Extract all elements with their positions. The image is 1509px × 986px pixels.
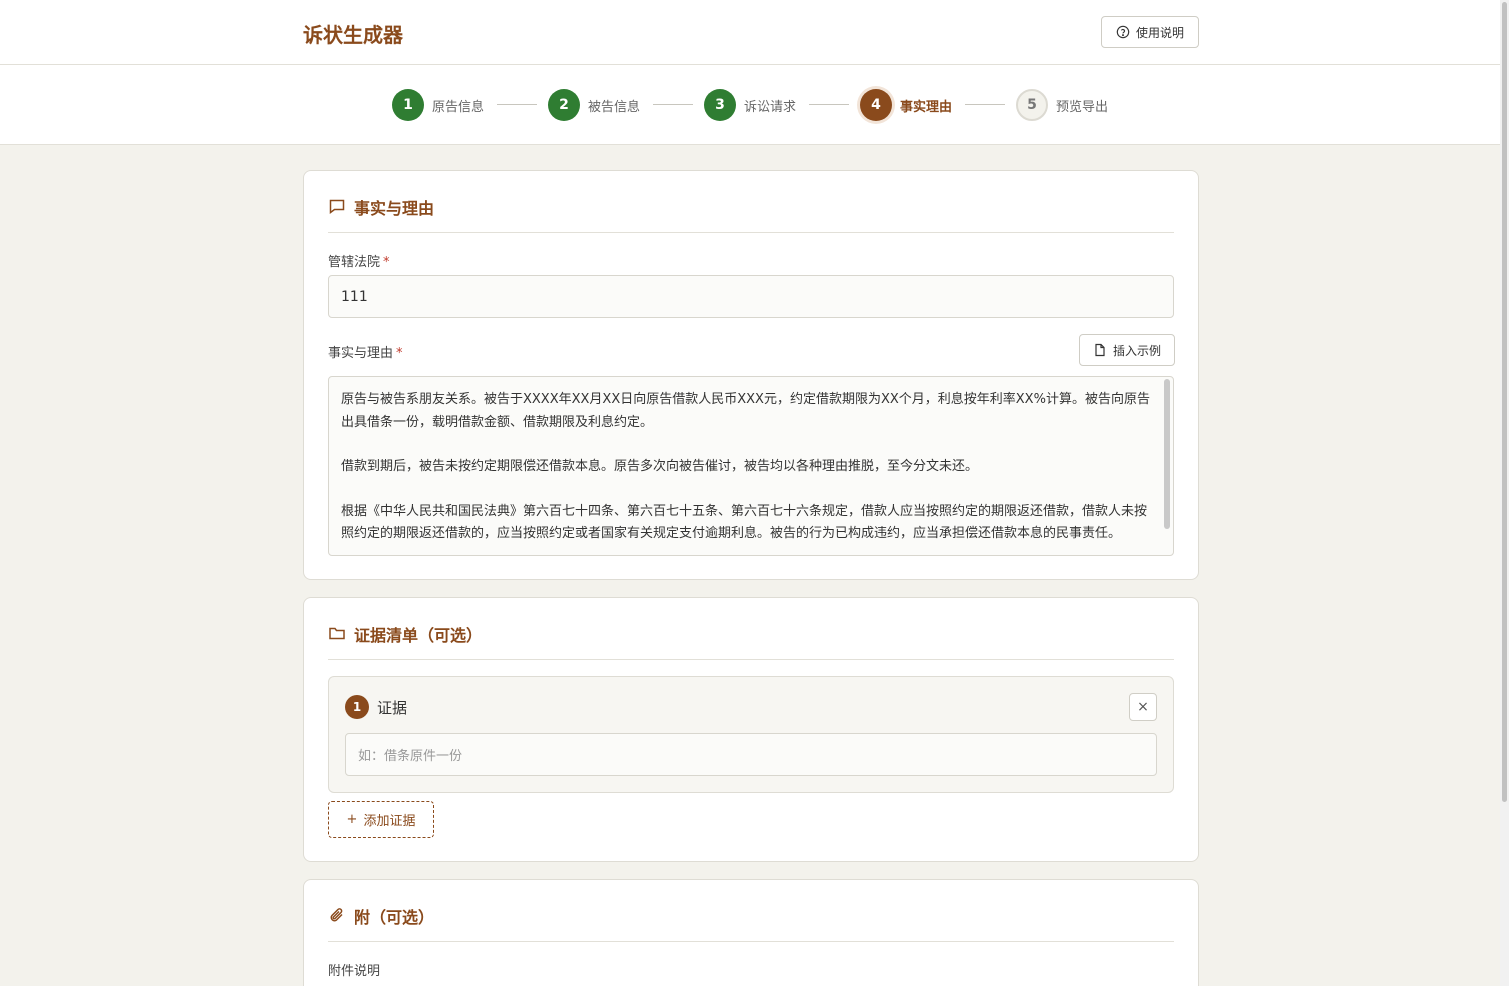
message-square-icon	[329, 199, 345, 214]
page-scrollbar[interactable]	[1500, 0, 1509, 986]
close-icon: ×	[1137, 699, 1149, 715]
required-mark: *	[383, 255, 390, 270]
step-preview[interactable]: 5 预览导出	[1016, 89, 1108, 121]
evidence-number: 1	[345, 695, 369, 719]
progress-stepper: 1 原告信息 2 被告信息 3 诉讼请求 4 事实理由 5 预览导出	[0, 65, 1500, 145]
court-label: 管辖法院 *	[328, 255, 390, 270]
paperclip-icon	[330, 908, 343, 922]
facts-card-header: 事实与理由	[328, 195, 1174, 233]
step-label: 诉讼请求	[744, 99, 797, 115]
attachment-desc-label: 附件说明	[328, 964, 381, 979]
insert-example-button[interactable]: 插入示例	[1079, 334, 1175, 366]
step-connector	[809, 104, 849, 105]
reasons-paragraph: 原告与被告系朋友关系。被告于XXXX年XX月XX日向原告借款人民币XXX元，约定…	[341, 392, 1150, 430]
remove-evidence-button[interactable]: ×	[1129, 693, 1157, 721]
step-connector	[653, 104, 693, 105]
court-input[interactable]: 111	[328, 275, 1174, 318]
page-scrollbar-thumb[interactable]	[1502, 2, 1507, 802]
step-number: 1	[392, 89, 424, 121]
step-number: 2	[548, 89, 580, 121]
facts-card: 事实与理由 管辖法院 * 111 事实与理由 * 插入示例 原告与被告系朋友关系。被…	[303, 170, 1199, 580]
folder-icon	[329, 627, 345, 640]
section-title: 事实与理由	[354, 199, 435, 218]
section-title: 证据清单（可选）	[354, 626, 483, 645]
help-circle-icon	[1116, 25, 1130, 39]
add-evidence-button[interactable]: + 添加证据	[328, 801, 434, 838]
step-defendant[interactable]: 2 被告信息	[548, 89, 640, 121]
step-connector	[497, 104, 537, 105]
help-button[interactable]: 使用说明	[1101, 16, 1199, 48]
reasons-paragraph: 借款到期后，被告未按约定期限偿还借款本息。原告多次向被告催讨，被告均以各种理由推…	[341, 459, 979, 474]
step-connector	[965, 104, 1005, 105]
step-number: 3	[704, 89, 736, 121]
evidence-card: 证据清单（可选） 1 证据 × 如：借条原件一份 + 添加证据	[303, 597, 1199, 862]
section-title: 附（可选）	[354, 908, 435, 927]
attachments-card-header: 附（可选）	[328, 904, 1174, 942]
help-button-label: 使用说明	[1135, 25, 1184, 40]
insert-example-label: 插入示例	[1112, 343, 1161, 358]
attachments-card: 附（可选） 附件说明	[303, 879, 1199, 986]
step-label: 原告信息	[432, 99, 485, 115]
step-number: 5	[1016, 89, 1048, 121]
top-bar: 诉状生成器 使用说明	[0, 0, 1500, 65]
reasons-textarea[interactable]: 原告与被告系朋友关系。被告于XXXX年XX月XX日向原告借款人民币XXX元，约定…	[328, 376, 1174, 556]
evidence-title: 证据	[377, 699, 408, 717]
textarea-scrollbar[interactable]	[1164, 379, 1170, 529]
step-facts[interactable]: 4 事实理由	[860, 89, 952, 121]
required-mark: *	[396, 346, 403, 361]
evidence-item: 1 证据 × 如：借条原件一份	[328, 676, 1174, 793]
file-icon	[1095, 343, 1105, 357]
evidence-input[interactable]: 如：借条原件一份	[345, 733, 1157, 776]
step-claims[interactable]: 3 诉讼请求	[704, 89, 796, 121]
step-number: 4	[860, 89, 892, 121]
step-label: 事实理由	[900, 99, 953, 115]
evidence-card-header: 证据清单（可选）	[328, 622, 1174, 660]
step-plaintiff[interactable]: 1 原告信息	[392, 89, 484, 121]
plus-icon: +	[346, 812, 358, 827]
reasons-label: 事实与理由 *	[328, 346, 403, 361]
step-label: 预览导出	[1056, 99, 1109, 115]
step-label: 被告信息	[588, 99, 641, 115]
reasons-paragraph: 根据《中华人民共和国民法典》第六百七十四条、第六百七十五条、第六百七十六条规定，…	[341, 503, 1148, 542]
app-title: 诉状生成器	[303, 23, 403, 47]
add-evidence-label: 添加证据	[363, 814, 416, 829]
